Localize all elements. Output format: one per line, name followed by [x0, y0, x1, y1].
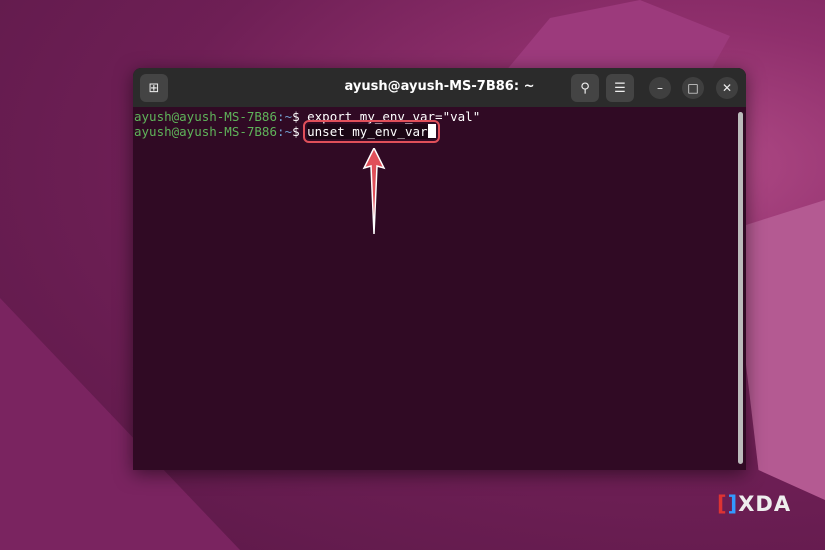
- maximize-icon: □: [687, 81, 699, 95]
- title-bar: ⊞ ayush@ayush-MS-7B86: ~ ⚲ ☰ – □ ✕: [133, 68, 746, 107]
- maximize-button[interactable]: □: [682, 77, 704, 99]
- prompt-symbol: $: [292, 109, 308, 124]
- terminal-output[interactable]: ayush@ayush-MS-7B86:~$ export my_env_var…: [133, 107, 746, 143]
- command-text: unset my_env_var: [307, 124, 428, 139]
- scrollbar[interactable]: [738, 112, 743, 464]
- minimize-button[interactable]: –: [649, 77, 671, 99]
- prompt-user: ayush@ayush-MS-7B86: [134, 109, 277, 124]
- highlighted-command: unset my_env_var: [303, 120, 440, 143]
- prompt-user: ayush@ayush-MS-7B86: [134, 124, 277, 139]
- close-icon: ✕: [721, 81, 733, 95]
- hamburger-menu-icon: ☰: [614, 80, 626, 96]
- xda-logo: []XDA: [717, 492, 792, 516]
- logo-text: XDA: [738, 492, 792, 516]
- terminal-line: ayush@ayush-MS-7B86:~$ export my_env_var…: [134, 109, 746, 124]
- command-text: export my_env_var="val": [307, 109, 481, 124]
- terminal-line: ayush@ayush-MS-7B86:~$ unset my_env_var: [134, 120, 746, 143]
- minimize-icon: –: [657, 81, 663, 95]
- prompt-path: :~: [277, 109, 293, 124]
- prompt-symbol: $: [292, 124, 308, 139]
- terminal-window: ⊞ ayush@ayush-MS-7B86: ~ ⚲ ☰ – □ ✕ ayush…: [133, 68, 746, 470]
- close-button[interactable]: ✕: [716, 77, 738, 99]
- search-icon: ⚲: [580, 80, 590, 96]
- prompt-path: :~: [277, 124, 293, 139]
- menu-button[interactable]: ☰: [606, 74, 634, 102]
- search-button[interactable]: ⚲: [571, 74, 599, 102]
- cursor: [427, 124, 436, 138]
- annotation-arrow-icon: [362, 148, 386, 235]
